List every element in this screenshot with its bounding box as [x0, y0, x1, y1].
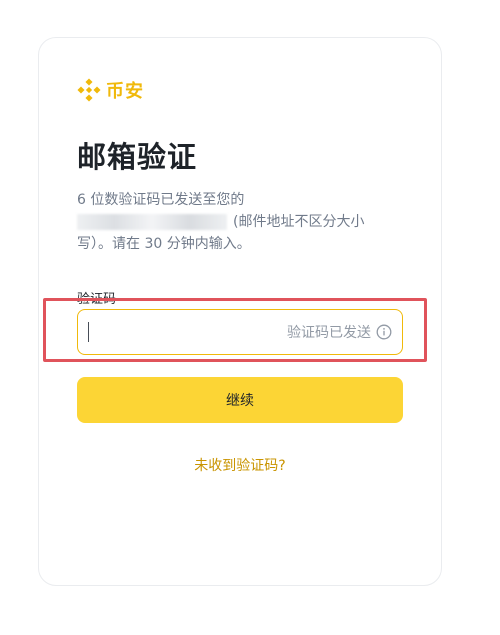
description: 6 位数验证码已发送至您的 (邮件地址不区分大小 写）。请在 30 分钟内输入。	[77, 189, 397, 255]
verification-code-input[interactable]	[91, 317, 287, 347]
binance-logo-icon	[77, 78, 101, 102]
info-circle-icon[interactable]	[376, 324, 392, 340]
verification-card: 币安 邮箱验证 6 位数验证码已发送至您的 (邮件地址不区分大小 写）。请在 3…	[38, 37, 442, 586]
code-field-label: 验证码	[77, 292, 117, 307]
masked-email	[77, 214, 227, 230]
not-received-code-link[interactable]: 未收到验证码?	[39, 455, 441, 475]
desc-line-1: 6 位数验证码已发送至您的	[77, 192, 245, 208]
desc-line-2-suffix: (邮件地址不区分大小	[233, 214, 365, 230]
desc-line-3: 写）。请在 30 分钟内输入。	[77, 236, 251, 252]
desc-line-2: (邮件地址不区分大小	[77, 211, 397, 233]
text-caret	[88, 322, 89, 342]
brand-name: 币安	[106, 81, 144, 102]
code-input-wrapper[interactable]: 验证码已发送	[77, 309, 403, 355]
brand-logo[interactable]: 币安	[76, 77, 144, 103]
page-title: 邮箱验证	[77, 140, 198, 174]
code-sent-status: 验证码已发送	[287, 325, 371, 341]
continue-button[interactable]: 继续	[77, 377, 403, 423]
